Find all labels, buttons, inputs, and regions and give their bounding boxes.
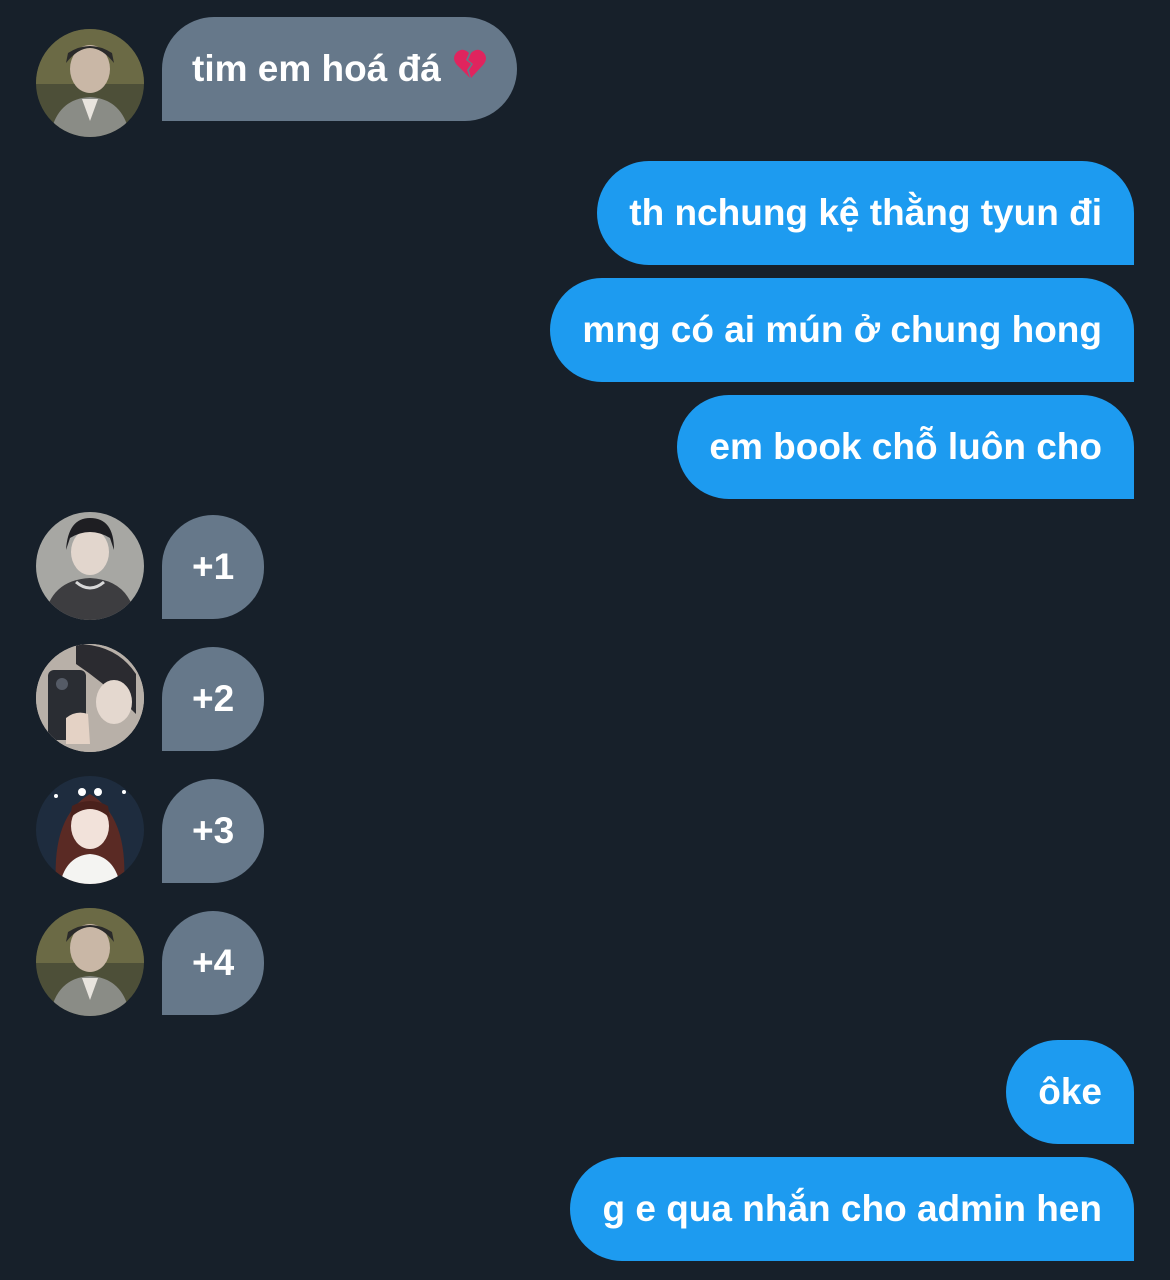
message-bubble-incoming[interactable]: tim em hoá đá bbox=[162, 17, 517, 121]
message-bubble-outgoing[interactable]: g e qua nhắn cho admin hen bbox=[570, 1157, 1134, 1261]
avatar[interactable] bbox=[36, 29, 144, 137]
avatar[interactable] bbox=[36, 908, 144, 1016]
avatar[interactable] bbox=[36, 644, 144, 752]
avatar[interactable] bbox=[36, 512, 144, 620]
message-bubble-outgoing[interactable]: mng có ai mún ở chung hong bbox=[550, 278, 1134, 382]
message-text: em book chỗ luôn cho bbox=[709, 426, 1102, 467]
message-text: tim em hoá đá bbox=[192, 48, 441, 89]
message-bubble-incoming[interactable]: +2 bbox=[162, 647, 265, 751]
avatar[interactable] bbox=[36, 776, 144, 884]
message-bubble-incoming[interactable]: +1 bbox=[162, 515, 265, 619]
message-text: g e qua nhắn cho admin hen bbox=[602, 1188, 1102, 1229]
chat-thread: tim em hoá đá th nchung kệ thằng tyun đi… bbox=[0, 0, 1170, 1280]
message-text: th nchung kệ thằng tyun đi bbox=[629, 192, 1102, 233]
broken-heart-icon bbox=[453, 16, 487, 120]
message-text: +4 bbox=[192, 942, 235, 983]
message-bubble-outgoing[interactable]: em book chỗ luôn cho bbox=[677, 395, 1134, 499]
message-text: +2 bbox=[192, 678, 235, 719]
message-text: +3 bbox=[192, 810, 235, 851]
message-text: +1 bbox=[192, 546, 235, 587]
message-text: ôke bbox=[1038, 1071, 1102, 1112]
message-bubble-outgoing[interactable]: th nchung kệ thằng tyun đi bbox=[597, 161, 1134, 265]
message-text: mng có ai mún ở chung hong bbox=[582, 309, 1102, 350]
message-bubble-incoming[interactable]: +4 bbox=[162, 911, 265, 1015]
message-bubble-outgoing[interactable]: ôke bbox=[1006, 1040, 1134, 1144]
message-bubble-incoming[interactable]: +3 bbox=[162, 779, 265, 883]
